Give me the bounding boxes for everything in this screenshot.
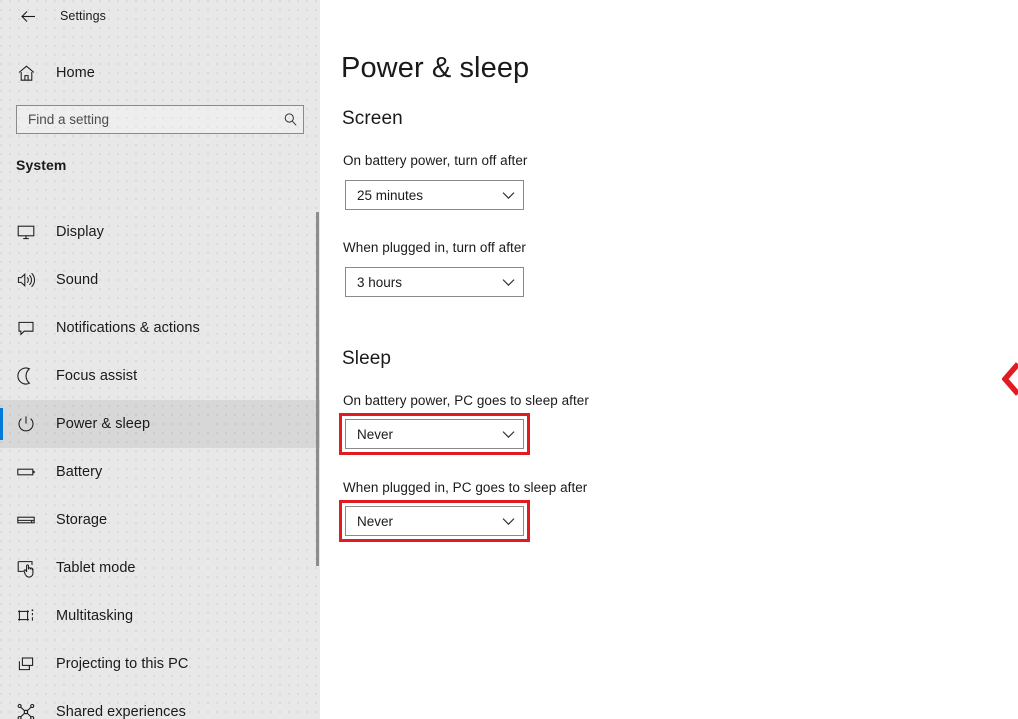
sidebar-item-label: Storage: [56, 512, 108, 528]
search-icon[interactable]: [277, 112, 303, 127]
tablet-touch-icon: [14, 556, 38, 580]
sidebar-scrollbar-thumb[interactable]: [316, 212, 319, 566]
dropdown-screen-on-battery[interactable]: 25 minutes: [345, 180, 524, 210]
sidebar-item-label: Home: [56, 65, 95, 81]
sidebar-item-home[interactable]: Home: [0, 56, 320, 90]
sidebar-selection-indicator: [0, 408, 3, 440]
sidebar-item-display[interactable]: Display: [0, 208, 320, 256]
dropdown-value: Never: [357, 513, 394, 529]
window-titlebar: Settings: [0, 0, 320, 32]
sidebar-item-label: Focus assist: [56, 368, 138, 384]
search-input[interactable]: [17, 106, 277, 133]
sidebar-item-label: Display: [56, 224, 104, 240]
sidebar-item-label: Shared experiences: [56, 704, 186, 719]
dropdown-sleep-on-battery[interactable]: Never: [345, 419, 524, 449]
main-content: Power & sleep Screen On battery power, tu…: [320, 0, 1018, 719]
chevron-down-icon: [493, 191, 523, 200]
settings-window: Settings Home System DisplaySou: [0, 0, 1018, 719]
sidebar-item-battery[interactable]: Battery: [0, 448, 320, 496]
power-icon: [14, 412, 38, 436]
sidebar-item-multitasking[interactable]: Multitasking: [0, 592, 320, 640]
home-icon: [14, 61, 38, 85]
multitasking-icon: [14, 604, 38, 628]
notification-icon: [14, 316, 38, 340]
sidebar-item-storage[interactable]: Storage: [0, 496, 320, 544]
chevron-down-icon: [493, 430, 523, 439]
sidebar-item-projecting-to-this-pc[interactable]: Projecting to this PC: [0, 640, 320, 688]
sidebar-group-title: System: [16, 157, 67, 173]
storage-icon: [14, 508, 38, 532]
battery-icon: [14, 460, 38, 484]
sidebar-item-focus-assist[interactable]: Focus assist: [0, 352, 320, 400]
chevron-down-icon: [493, 517, 523, 526]
dropdown-screen-plugged-in[interactable]: 3 hours: [345, 267, 524, 297]
sidebar-item-shared-experiences[interactable]: Shared experiences: [0, 688, 320, 719]
sidebar-item-label: Sound: [56, 272, 99, 288]
dropdown-value: 3 hours: [357, 274, 403, 290]
sidebar-nav-list: Display Sound Notifications & actions Focus…: [0, 208, 320, 719]
shared-experiences-icon: [14, 700, 38, 719]
speaker-icon: [14, 268, 38, 292]
search-box[interactable]: [16, 105, 304, 134]
sidebar-item-label: Battery: [56, 464, 103, 480]
field-label: When plugged in, turn off after: [343, 240, 526, 255]
sidebar-item-tablet-mode[interactable]: Tablet mode: [0, 544, 320, 592]
field-label: On battery power, turn off after: [343, 153, 528, 168]
window-title: Settings: [60, 9, 106, 23]
sidebar-item-label: Notifications & actions: [56, 320, 200, 336]
back-arrow-icon[interactable]: [8, 2, 48, 30]
red-left-chevron-icon: [1002, 362, 1018, 396]
chevron-down-icon: [493, 278, 523, 287]
moon-icon: [14, 364, 38, 388]
sidebar-item-power-sleep[interactable]: Power & sleep: [0, 400, 320, 448]
sidebar-item-label: Multitasking: [56, 608, 134, 624]
dropdown-value: Never: [357, 426, 394, 442]
sidebar-item-sound[interactable]: Sound: [0, 256, 320, 304]
field-label: On battery power, PC goes to sleep after: [343, 393, 589, 408]
projecting-icon: [14, 652, 38, 676]
dropdown-value: 25 minutes: [357, 187, 424, 203]
field-label: When plugged in, PC goes to sleep after: [343, 480, 588, 495]
sidebar: Settings Home System DisplaySou: [0, 0, 320, 719]
sidebar-item-notifications-actions[interactable]: Notifications & actions: [0, 304, 320, 352]
sidebar-item-label: Tablet mode: [56, 560, 136, 576]
monitor-icon: [14, 220, 38, 244]
section-title: Sleep: [342, 348, 392, 369]
sidebar-item-label: Power & sleep: [56, 416, 151, 432]
dropdown-sleep-plugged-in[interactable]: Never: [345, 506, 524, 536]
sidebar-item-label: Projecting to this PC: [56, 656, 189, 672]
section-title: Screen: [342, 108, 403, 129]
page-title: Power & sleep: [341, 52, 530, 84]
